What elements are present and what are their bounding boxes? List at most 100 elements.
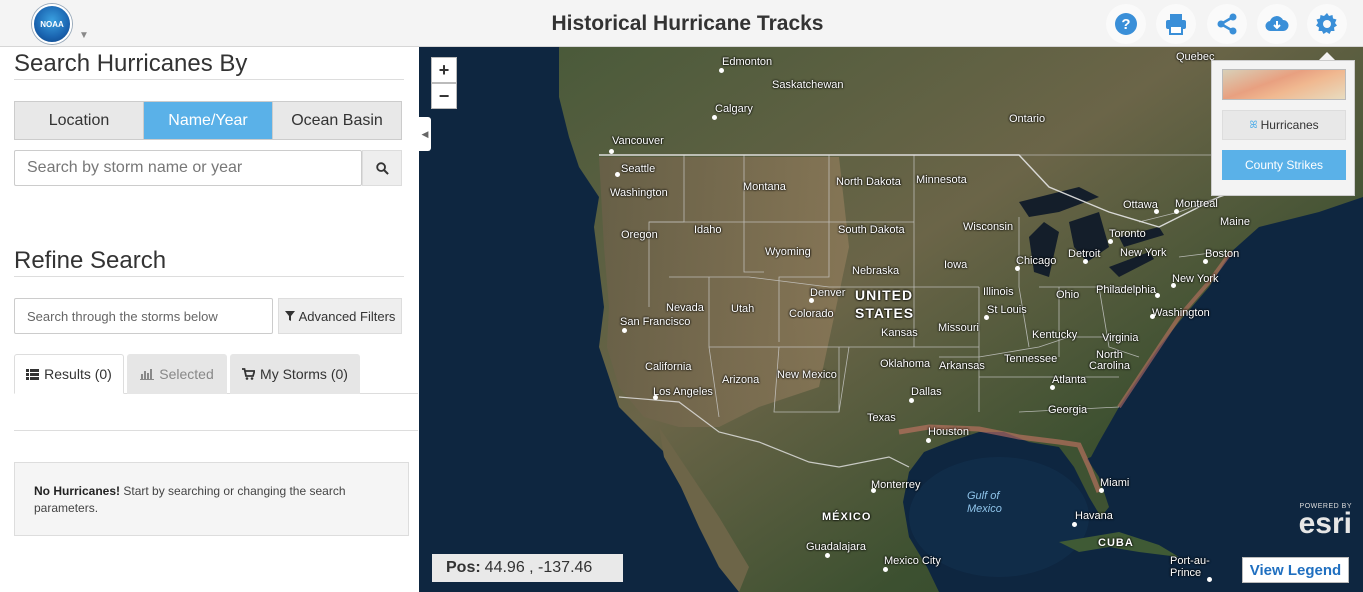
map-label-virginia: Virginia: [1102, 332, 1139, 344]
position-value: 44.96 , -137.46: [484, 559, 593, 576]
map-label-kentucky: Kentucky: [1032, 329, 1078, 341]
city-marker: [1072, 522, 1077, 527]
city-marker: [984, 315, 989, 320]
no-results-message: No Hurricanes! Start by searching or cha…: [14, 462, 409, 536]
map-label-north-carolina-2: Carolina: [1089, 360, 1130, 372]
map-label-arizona: Arizona: [722, 374, 760, 386]
zoom-in-button[interactable]: +: [431, 57, 457, 83]
map-label-south-dakota: South Dakota: [838, 224, 905, 236]
refine-search-input[interactable]: [14, 298, 273, 334]
map-label-toronto: Toronto: [1109, 228, 1146, 240]
map-label-denver: Denver: [810, 287, 846, 299]
map-label-philadelphia: Philadelphia: [1096, 284, 1156, 296]
tab-name-year[interactable]: Name/Year: [144, 102, 273, 139]
layer-hurricanes-label: Hurricanes: [1260, 118, 1319, 132]
city-marker: [653, 395, 658, 400]
view-legend-button[interactable]: View Legend: [1242, 557, 1349, 583]
map-label-chicago: Chicago: [1016, 255, 1057, 267]
map-label-havana: Havana: [1075, 510, 1113, 522]
tab-selected[interactable]: Selected: [127, 354, 227, 394]
city-marker: [1015, 266, 1020, 271]
city-marker: [719, 68, 724, 73]
tab-results[interactable]: Results (0): [14, 354, 124, 394]
map-label-montana: Montana: [743, 181, 786, 193]
city-marker: [809, 298, 814, 303]
storm-search-button[interactable]: [362, 150, 402, 186]
svg-text:?: ?: [1121, 16, 1130, 33]
advanced-filters-label: Advanced Filters: [298, 308, 396, 324]
city-marker: [622, 328, 627, 333]
app-header: NOAA ▼ Historical Hurricane Tracks ?: [0, 0, 1363, 47]
map-label-oklahoma: Oklahoma: [880, 358, 931, 370]
tab-location[interactable]: Location: [15, 102, 144, 139]
search-section-title: Search Hurricanes By: [14, 50, 248, 77]
city-marker: [909, 398, 914, 403]
storm-search-input[interactable]: [14, 150, 362, 186]
download-button[interactable]: [1257, 4, 1297, 44]
map-label-missouri: Missouri: [938, 322, 979, 334]
collapse-sidebar-button[interactable]: ◀: [419, 117, 431, 151]
help-icon: ?: [1115, 13, 1137, 35]
settings-button[interactable]: [1307, 4, 1347, 44]
map-label-edmonton: Edmonton: [722, 56, 773, 68]
map-label-san-francisco: San Francisco: [620, 316, 691, 328]
layer-hurricanes-button[interactable]: ꕤ Hurricanes: [1222, 110, 1346, 140]
print-icon: [1166, 14, 1186, 35]
city-marker: [871, 488, 876, 493]
layer-thumbnail[interactable]: [1222, 69, 1346, 100]
map-label-minnesota: Minnesota: [916, 174, 967, 186]
map-label-north-dakota: North Dakota: [836, 176, 901, 188]
city-marker: [1050, 385, 1055, 390]
city-marker: [1108, 239, 1113, 244]
city-marker: [1174, 209, 1179, 214]
city-marker: [1099, 488, 1104, 493]
map-label-washington-state: Washington: [610, 187, 668, 199]
gear-icon: [1316, 13, 1337, 34]
map-label-united-states-2: STATES: [855, 305, 915, 321]
map-label-utah: Utah: [731, 303, 755, 315]
map-label-nevada: Nevada: [666, 302, 704, 314]
map-label-new-york-state: New York: [1120, 247, 1167, 259]
share-button[interactable]: [1207, 4, 1247, 44]
city-marker: [1083, 259, 1088, 264]
map-label-new-mexico: New Mexico: [777, 369, 837, 381]
position-readout: Pos: 44.96 , -137.46: [432, 554, 623, 582]
city-marker: [926, 438, 931, 443]
cart-icon: [242, 368, 256, 380]
map-label-arkansas: Arkansas: [939, 360, 985, 372]
map-label-boston: Boston: [1205, 248, 1240, 260]
map-label-st-louis: St Louis: [987, 304, 1027, 316]
esri-name: esri: [1298, 507, 1352, 540]
list-icon: [26, 368, 40, 380]
position-label: Pos:: [446, 559, 481, 576]
print-button[interactable]: [1156, 4, 1196, 44]
search-icon: [375, 161, 389, 175]
esri-logo[interactable]: POWERED BY esri: [1288, 503, 1352, 540]
map-label-washington-dc: Washington: [1152, 307, 1210, 319]
refine-section-title: Refine Search: [14, 247, 167, 274]
map-label-houston: Houston: [928, 426, 969, 438]
bar-chart-icon: [140, 368, 155, 380]
tab-my-storms[interactable]: My Storms (0): [230, 354, 360, 394]
advanced-filters-button[interactable]: Advanced Filters: [278, 298, 402, 334]
map-label-guadalajara: Guadalajara: [806, 541, 866, 553]
map-label-monterrey: Monterrey: [871, 479, 921, 491]
map-label-iowa: Iowa: [944, 259, 968, 271]
tab-results-label: Results (0): [44, 366, 112, 382]
divider: [14, 276, 404, 277]
map-label-saskatchewan: Saskatchewan: [772, 79, 844, 91]
layer-county-strikes-button[interactable]: County Strikes: [1222, 150, 1346, 180]
city-marker: [1155, 293, 1160, 298]
help-button[interactable]: ?: [1106, 4, 1146, 44]
map-label-port-au-prince-2: Prince: [1170, 567, 1202, 579]
map-label-quebec: Quebec: [1176, 51, 1215, 63]
zoom-out-button[interactable]: −: [431, 83, 457, 109]
map-label-california: California: [645, 361, 692, 373]
map-label-calgary: Calgary: [715, 103, 753, 115]
map-label-dallas: Dallas: [911, 386, 942, 398]
sidebar: Search Hurricanes By Location Name/Year …: [0, 47, 419, 592]
tab-ocean-basin[interactable]: Ocean Basin: [273, 102, 401, 139]
map-label-ontario: Ontario: [1009, 113, 1046, 125]
no-results-title: No Hurricanes!: [34, 484, 121, 498]
map-label-port-au-prince: Port-au-: [1170, 555, 1210, 567]
